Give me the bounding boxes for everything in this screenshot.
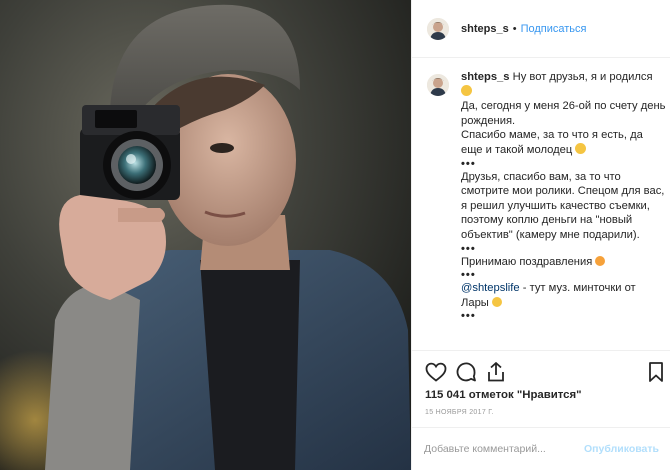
avatar[interactable] [427,17,449,40]
mention-link[interactable]: @shtepslife [461,282,520,294]
post-photo[interactable] [0,0,411,470]
smile-emoji-icon [461,84,472,96]
avatar-image [427,74,449,96]
heart-icon [425,362,447,382]
save-button[interactable] [644,360,668,384]
bookmark-icon [649,362,663,382]
comment-input[interactable] [424,443,585,455]
caption-avatar[interactable] [427,74,449,96]
caption-username[interactable]: shteps_s [461,71,510,83]
post-header: shteps_s • Подписаться [412,0,670,58]
likes-count[interactable]: 115 041 отметок "Нравится" [425,389,582,401]
username-link[interactable]: shteps_s [461,23,509,35]
caption-line-5: Принимаю поздравления [461,255,593,268]
like-button[interactable] [424,360,448,384]
share-icon [488,362,504,382]
caption: shteps_s Ну вот друзья, я и родился Да, … [412,70,670,345]
separator-dot: • [512,22,517,35]
action-bar [424,360,664,386]
comment-icon [456,362,476,382]
caption-line-3: Спасибо маме, за то что я есть, да еще и… [461,129,643,156]
caption-line-4: Друзья, спасибо вам, за то что смотрите … [461,170,665,241]
comment-button[interactable] [454,360,478,384]
caption-line-1: Ну вот друзья, я и родился [512,71,653,83]
bullet-separator: ••• [461,310,476,323]
caption-line-2: Да, сегодня у меня 26-ой по счету день р… [461,100,666,127]
smirk-emoji-icon [491,296,502,307]
post-sidebar: shteps_s • Подписаться shteps_s Ну вот д… [411,0,670,470]
publish-button[interactable]: Опубликовать [584,443,659,455]
avatar-image [427,17,449,40]
bullet-separator: ••• [461,269,476,282]
follow-button[interactable]: Подписаться [521,23,587,35]
bullet-separator: ••• [461,242,476,255]
kiss-emoji-icon [595,255,606,266]
bullet-separator: ••• [461,157,476,170]
divider [412,350,670,351]
caption-text: shteps_s Ну вот друзья, я и родился Да, … [461,70,666,345]
post-date[interactable]: 15 ноября 2017 г. [425,409,494,416]
laugh-emoji-icon [575,142,587,154]
share-button[interactable] [484,360,508,384]
comment-form: Опубликовать [412,428,670,470]
photo-illustration [0,0,411,470]
